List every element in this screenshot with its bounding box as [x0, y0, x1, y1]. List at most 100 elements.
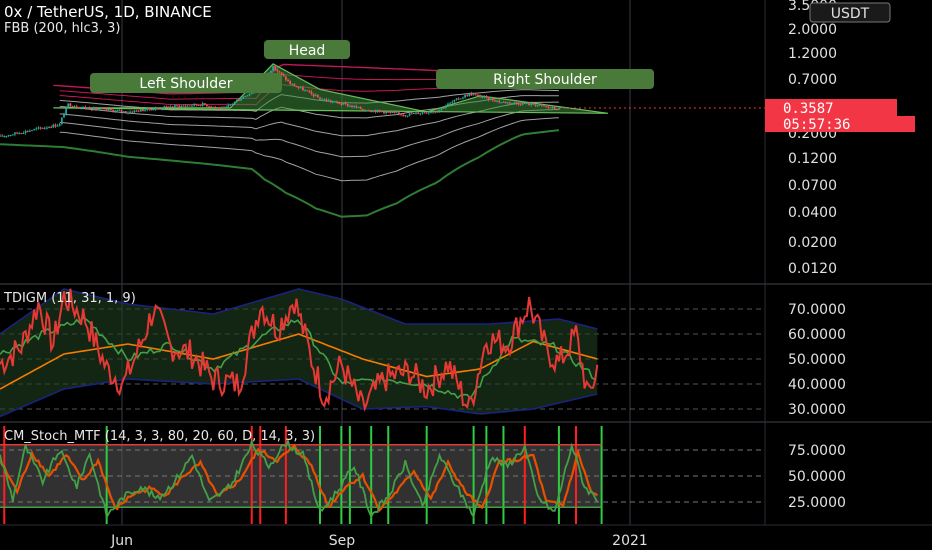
candle-body: [449, 102, 452, 104]
candle-body: [472, 94, 475, 96]
candle-body: [464, 95, 466, 98]
tdigm-indicator-label[interactable]: TDIGM (11, 31, 1, 9): [3, 291, 136, 306]
annotation-right-shoulder[interactable]: Right Shoulder: [436, 69, 654, 89]
candle-body: [479, 95, 481, 98]
candle-body: [334, 101, 336, 103]
candle-body: [491, 98, 494, 101]
candle-body: [218, 107, 221, 109]
annotation-left-shoulder[interactable]: Left Shoulder: [90, 73, 282, 93]
fbb-indicator-label[interactable]: FBB (200, hlc3, 3): [4, 21, 120, 36]
countdown-badge: 05:57:36: [765, 116, 915, 133]
candle-body: [513, 102, 516, 104]
candle-body: [338, 102, 341, 104]
candle-body: [5, 136, 8, 138]
candle-body: [78, 107, 80, 109]
candle-body: [26, 130, 29, 132]
candle-body: [555, 108, 558, 110]
candle-body: [71, 106, 74, 108]
candle-body: [462, 97, 464, 99]
candle-body: [124, 111, 127, 113]
candle-body: [517, 103, 520, 105]
candle-body: [214, 106, 217, 108]
candle-body: [280, 72, 283, 75]
candle-body: [385, 111, 388, 114]
candle-body: [144, 110, 146, 112]
candle-body: [481, 97, 484, 99]
candle-body: [368, 110, 370, 112]
candle-body: [528, 102, 530, 105]
candle-body: [355, 106, 358, 108]
candle-body: [1, 135, 4, 137]
candle-body: [50, 126, 53, 128]
price-tick-label: 0.0400: [788, 205, 837, 221]
candle-body: [120, 110, 123, 112]
candle-body: [201, 103, 204, 106]
candle-body: [314, 95, 317, 97]
candle-body: [342, 102, 345, 105]
candle-body: [139, 109, 142, 112]
candle-body: [325, 99, 328, 101]
candle-body: [282, 74, 285, 77]
candle-body: [515, 102, 518, 104]
candle-body: [534, 104, 537, 106]
candle-body: [54, 124, 57, 127]
candle-body: [357, 106, 360, 108]
stoch-axis[interactable]: 75.0000 50.0000 25.0000: [788, 443, 846, 511]
candle-body: [470, 93, 473, 96]
symbol-title[interactable]: 0x / TetherUS, 1D, BINANCE: [4, 3, 212, 21]
candle-body: [154, 107, 157, 110]
currency-button[interactable]: USDT: [809, 2, 891, 23]
candle-body: [410, 113, 413, 115]
candle-body: [438, 109, 441, 112]
candle-body: [248, 93, 251, 96]
stoch-tick-label: 25.0000: [788, 495, 846, 511]
candle-body: [538, 104, 541, 106]
candle-body: [455, 98, 458, 100]
candle-body: [39, 127, 42, 129]
candle-body: [105, 108, 108, 111]
candle-body: [393, 112, 396, 114]
candle-body: [14, 132, 16, 135]
candle-body: [487, 96, 490, 100]
candle-body: [530, 103, 533, 105]
candle-body: [344, 102, 347, 104]
candle-body: [182, 105, 185, 107]
candle-body: [80, 107, 82, 109]
candle-body: [37, 127, 40, 129]
candle-body: [180, 105, 183, 108]
candle-body: [227, 105, 230, 107]
candle-body: [419, 113, 422, 115]
candle-body: [406, 115, 409, 117]
candle-body: [97, 109, 100, 111]
time-tick-label: Sep: [329, 533, 356, 549]
candle-body: [348, 105, 351, 107]
candle-body: [73, 106, 76, 108]
candle-body: [193, 103, 196, 106]
candle-body: [374, 110, 377, 113]
candle-body: [297, 86, 300, 88]
candle-body: [276, 69, 279, 72]
candle-body: [101, 108, 104, 110]
candle-body: [459, 98, 462, 100]
candle-body: [498, 100, 501, 103]
candle-body: [500, 102, 503, 104]
candle-body: [451, 101, 454, 103]
candle-body: [135, 110, 138, 112]
tdigm-tick-label: 50.0000: [788, 352, 846, 368]
candle-body: [353, 106, 356, 108]
candle-body: [165, 106, 168, 108]
candle-body: [336, 101, 338, 103]
candle-body: [58, 123, 61, 126]
trading-chart[interactable]: Left Shoulder Head Right Shoulder 3.5000…: [0, 0, 932, 550]
candle-body: [186, 105, 189, 107]
candle-body: [272, 66, 274, 71]
annotation-head[interactable]: Head: [264, 40, 350, 59]
candle-body: [395, 112, 398, 114]
stoch-indicator-label[interactable]: CM_Stoch_MTF (14, 3, 3, 80, 20, 60, D, 1…: [4, 429, 315, 444]
price-tick-label: 0.0700: [788, 178, 837, 194]
candle-body: [178, 105, 181, 108]
candle-body: [159, 108, 161, 110]
candle-body: [398, 112, 400, 114]
candle-body: [316, 95, 319, 98]
candle-body: [148, 108, 151, 110]
